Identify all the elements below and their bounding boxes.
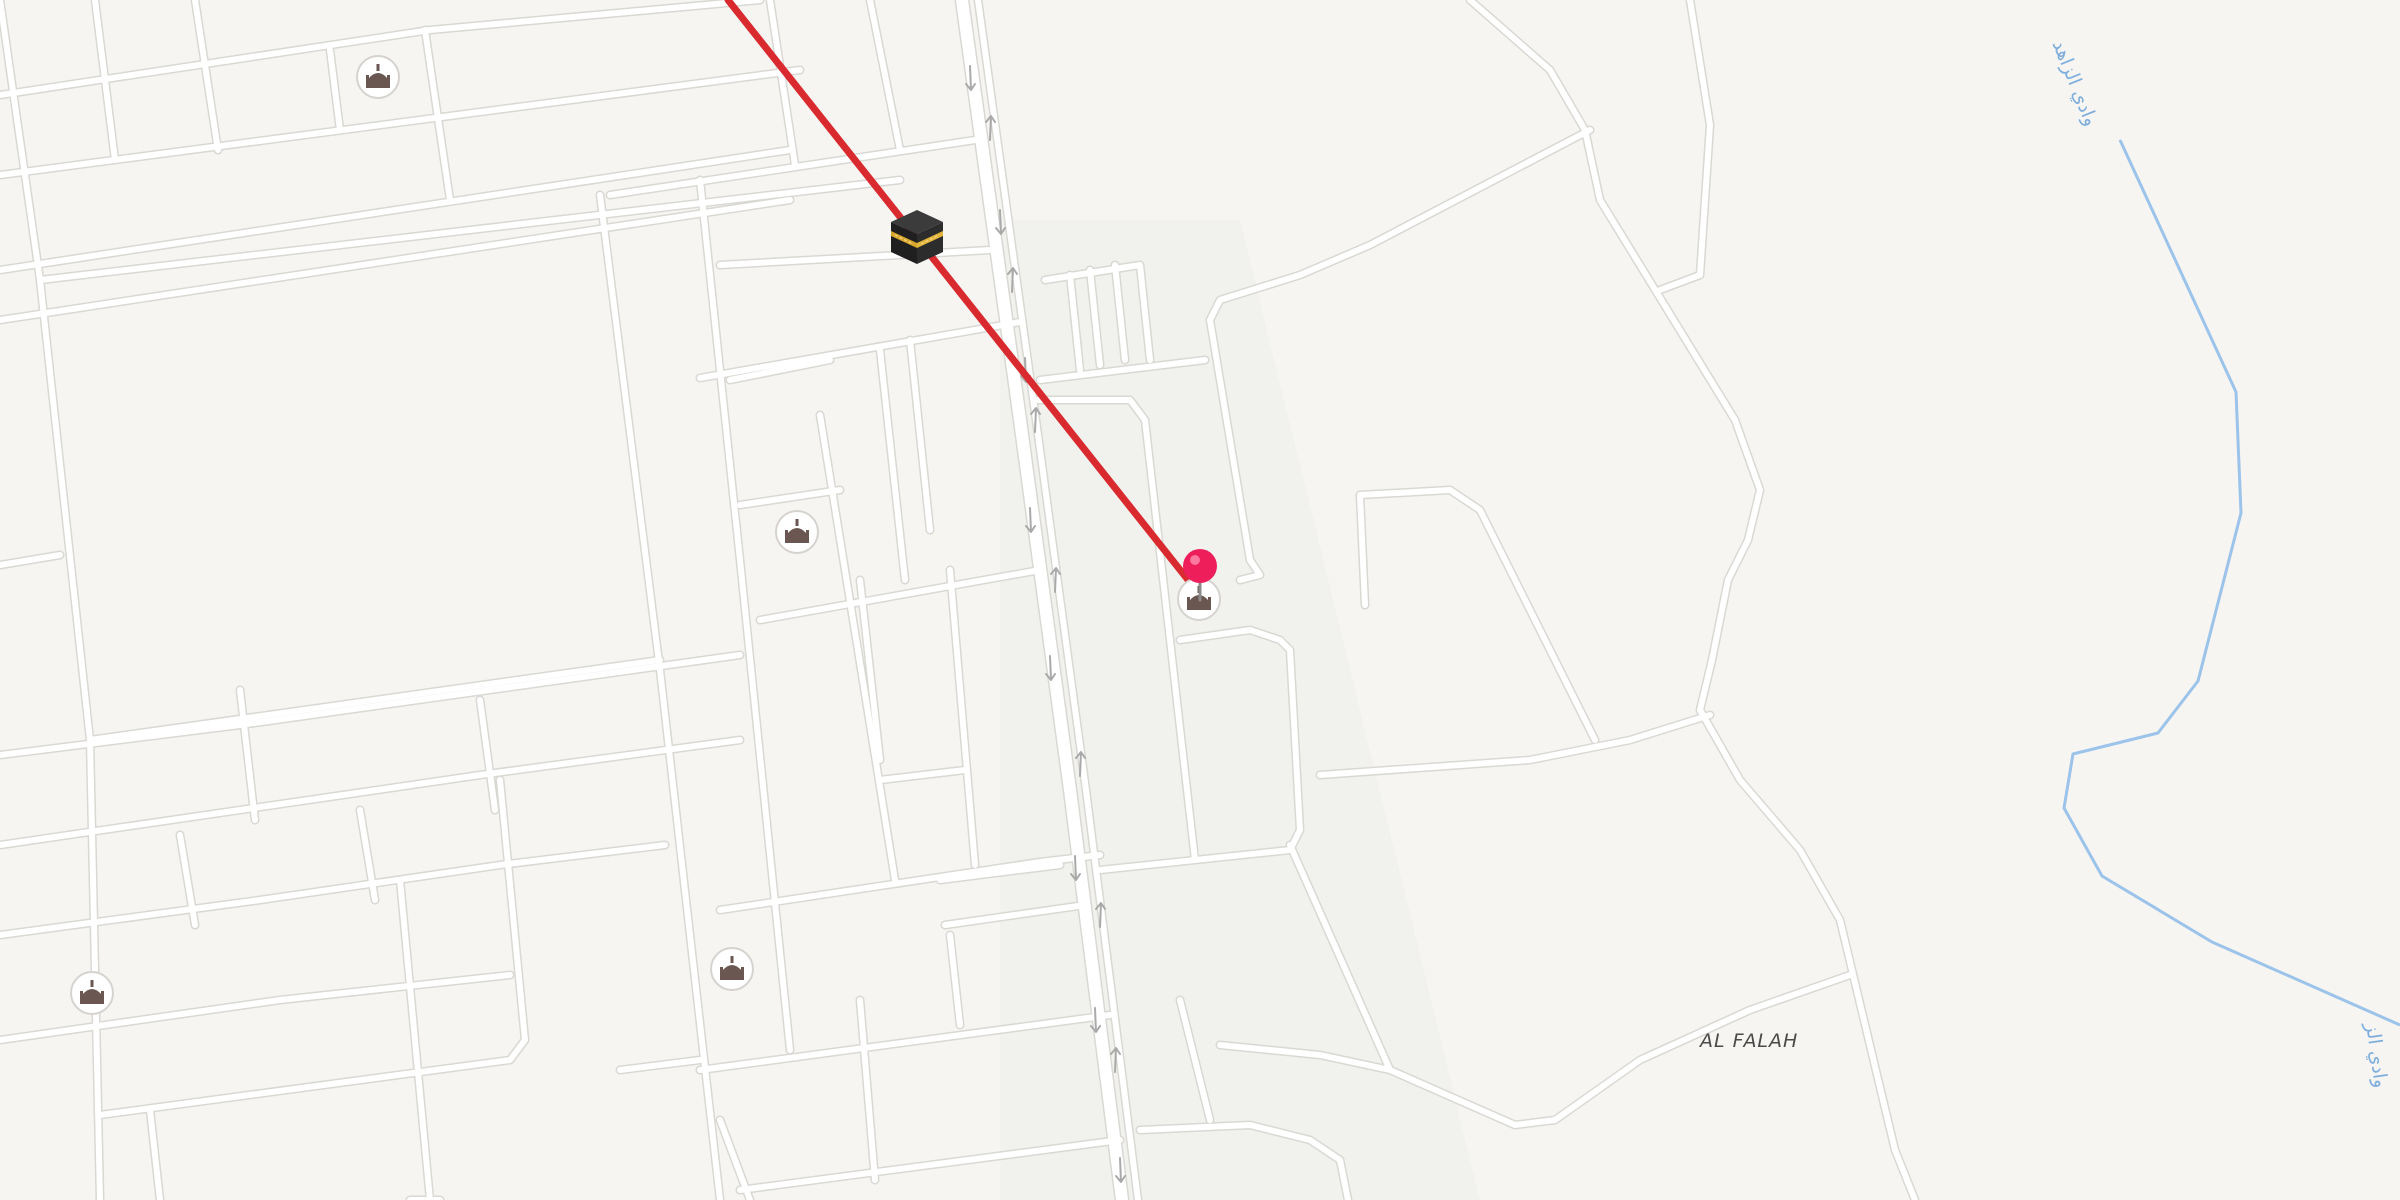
road-casing (1315, 710, 1715, 780)
road (0, 737, 743, 848)
road (717, 247, 993, 268)
road-casing (1465, 0, 1920, 1200)
road (397, 877, 433, 1200)
road (737, 487, 843, 508)
road (877, 347, 908, 583)
road (237, 687, 258, 823)
road (757, 567, 1043, 623)
area-label: AL FALAH (1700, 1030, 1799, 1052)
mosque-icon[interactable] (775, 510, 819, 554)
map-view[interactable]: AL FALAH وادي الزاهد وادي الز (0, 0, 2400, 1200)
road (97, 777, 528, 1118)
road (717, 1117, 753, 1200)
road (947, 567, 978, 868)
map-canvas[interactable] (0, 0, 2400, 1200)
road (817, 412, 898, 883)
road (0, 652, 743, 758)
mosque-icon[interactable] (710, 947, 754, 991)
road (477, 697, 498, 813)
road (1467, 0, 1918, 1200)
road (697, 319, 1023, 381)
road (0, 0, 103, 1200)
road (1657, 0, 1713, 293)
mosque-icon[interactable] (70, 971, 114, 1015)
wadi-stream (2062, 139, 2400, 1027)
road (192, 0, 221, 153)
road-casing (0, 0, 105, 1200)
road (0, 67, 803, 178)
road-network (0, 0, 1920, 1200)
road (0, 842, 668, 938)
road (1357, 487, 1598, 743)
road (867, 0, 903, 153)
road (857, 997, 878, 1183)
road (0, 197, 793, 323)
road (87, 657, 663, 743)
road-casing (1355, 485, 1600, 745)
road (907, 337, 933, 533)
road (1317, 712, 1713, 778)
mosque-icon[interactable] (356, 55, 400, 99)
